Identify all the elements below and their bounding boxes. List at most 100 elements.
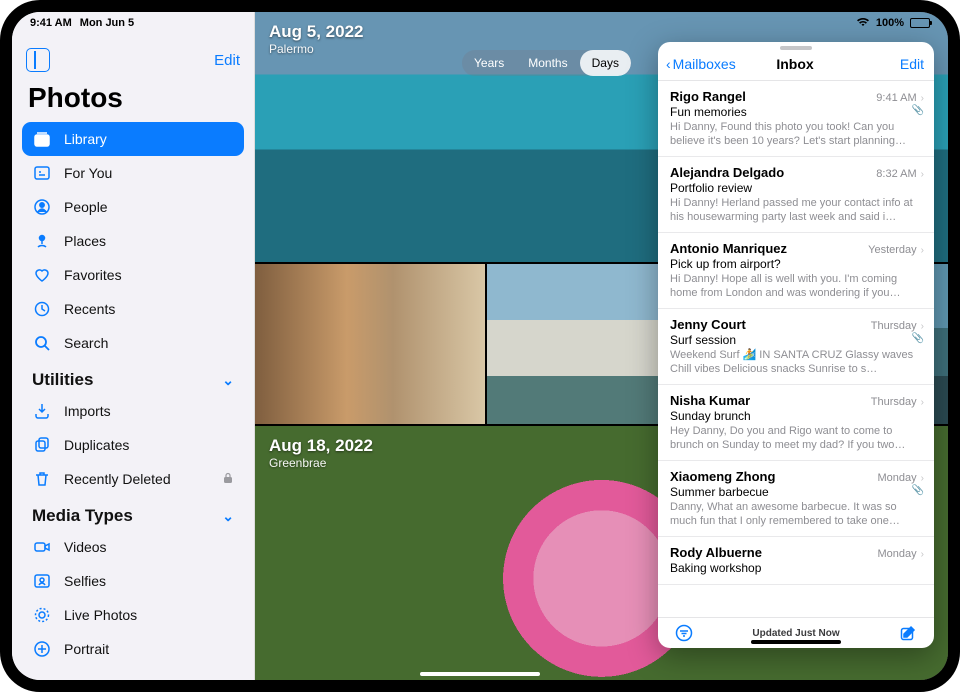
mail-time: Thursday › — [871, 396, 924, 408]
mail-time: Monday › — [878, 548, 924, 560]
segment-months[interactable]: Months — [516, 50, 579, 76]
sidebar-item-library[interactable]: Library — [22, 122, 244, 156]
mail-subject: Surf session 📎 — [670, 333, 924, 347]
mail-sender: Xiaomeng Zhong — [670, 469, 775, 484]
search-icon — [32, 333, 52, 353]
sidebar-item-label: Live Photos — [64, 607, 137, 623]
mail-back-button[interactable]: ‹ Mailboxes — [666, 56, 776, 72]
mail-message[interactable]: Rody AlbuerneMonday ›Baking workshop — [658, 537, 934, 585]
mail-preview: Hi Danny! Hope all is well with you. I'm… — [670, 272, 924, 300]
mail-subject: Baking workshop — [670, 561, 924, 575]
sidebar-item-label: Places — [64, 233, 106, 249]
attachment-icon: 📎 — [912, 485, 924, 496]
mail-preview: Weekend Surf 🏄 IN SANTA CRUZ Glassy wave… — [670, 348, 924, 376]
segment-days[interactable]: Days — [580, 50, 631, 76]
tile-location: Palermo — [269, 42, 364, 56]
mail-message[interactable]: Antonio Manriquez Yesterday ›Pick up from… — [658, 233, 934, 309]
chevron-down-icon: ⌄ — [222, 372, 234, 389]
chevron-right-icon: › — [921, 397, 924, 408]
home-indicator[interactable] — [420, 672, 540, 676]
sidebar-item-people[interactable]: People — [22, 190, 244, 224]
sidebar-item-favorites[interactable]: Favorites — [22, 258, 244, 292]
mail-sender: Alejandra Delgado — [670, 165, 784, 180]
live-photos-icon — [32, 605, 52, 625]
duplicates-icon — [32, 435, 52, 455]
mail-preview: Hi Danny, Found this photo you took! Can… — [670, 120, 924, 148]
chevron-right-icon: › — [921, 93, 924, 104]
chevron-right-icon: › — [921, 473, 924, 484]
lock-icon — [222, 471, 234, 487]
mail-message-list[interactable]: Rigo Rangel9:41 AM ›Fun memories 📎Hi Dan… — [658, 81, 934, 617]
sidebar-item-selfies[interactable]: Selfies — [22, 564, 244, 598]
mail-time: Yesterday › — [868, 244, 924, 256]
mail-message[interactable]: Xiaomeng ZhongMonday ›Summer barbecue 📎D… — [658, 461, 934, 537]
mail-compose-button[interactable] — [892, 624, 924, 642]
sidebar-item-foryou[interactable]: For You — [22, 156, 244, 190]
mail-filter-button[interactable] — [668, 624, 700, 642]
section-label: Media Types — [32, 506, 133, 526]
sidebar-item-label: Search — [64, 335, 108, 351]
sidebar-item-duplicates[interactable]: Duplicates — [22, 428, 244, 462]
section-media-types[interactable]: Media Types ⌄ — [22, 496, 244, 530]
panel-home-indicator[interactable] — [751, 640, 841, 644]
sidebar-toggle-button[interactable] — [26, 48, 50, 72]
sidebar-edit-button[interactable]: Edit — [214, 52, 240, 69]
chevron-right-icon: › — [921, 245, 924, 256]
recents-icon — [32, 299, 52, 319]
mail-subject: Pick up from airport? — [670, 257, 924, 271]
mail-preview: Hi Danny! Herland passed me your contact… — [670, 196, 924, 224]
mail-sender: Rigo Rangel — [670, 89, 746, 104]
sidebar-item-places[interactable]: Places — [22, 224, 244, 258]
mail-title: Inbox — [776, 56, 813, 72]
tile-date: Aug 18, 2022 — [269, 436, 373, 456]
mail-message[interactable]: Rigo Rangel9:41 AM ›Fun memories 📎Hi Dan… — [658, 81, 934, 157]
view-segmented-control: Years Months Days — [462, 50, 631, 76]
sidebar-item-label: Portrait — [64, 641, 109, 657]
battery-icon — [910, 18, 930, 28]
mail-message[interactable]: Alejandra Delgado8:32 AM ›Portfolio revi… — [658, 157, 934, 233]
mail-edit-button[interactable]: Edit — [814, 56, 924, 72]
section-utilities[interactable]: Utilities ⌄ — [22, 360, 244, 394]
sidebar-item-label: Duplicates — [64, 437, 129, 453]
chevron-right-icon: › — [921, 169, 924, 180]
sidebar-item-label: Library — [64, 131, 107, 147]
chevron-left-icon: ‹ — [666, 56, 671, 72]
sidebar-item-label: Recents — [64, 301, 115, 317]
mail-message[interactable]: Jenny CourtThursday ›Surf session 📎Weeke… — [658, 309, 934, 385]
segment-years[interactable]: Years — [462, 50, 516, 76]
status-time: 9:41 AM — [30, 17, 72, 29]
chevron-right-icon: › — [921, 549, 924, 560]
sidebar-item-label: Selfies — [64, 573, 106, 589]
selfies-icon — [32, 571, 52, 591]
app-title: Photos — [22, 78, 244, 122]
sidebar-item-label: Favorites — [64, 267, 122, 283]
mail-sender: Jenny Court — [670, 317, 746, 332]
favorites-icon — [32, 265, 52, 285]
portrait-icon — [32, 639, 52, 659]
places-icon — [32, 231, 52, 251]
mail-slideover: ‹ Mailboxes Inbox Edit Rigo Rangel9:41 A… — [658, 42, 934, 648]
sidebar-item-imports[interactable]: Imports — [22, 394, 244, 428]
photo-tile[interactable] — [255, 264, 485, 424]
mail-message[interactable]: Nisha KumarThursday ›Sunday brunchHey Da… — [658, 385, 934, 461]
mail-subject: Fun memories 📎 — [670, 105, 924, 119]
mail-subject: Sunday brunch — [670, 409, 924, 423]
mail-sender: Antonio Manriquez — [670, 241, 787, 256]
sidebar-item-live-photos[interactable]: Live Photos — [22, 598, 244, 632]
sidebar-item-portrait[interactable]: Portrait — [22, 632, 244, 666]
mail-status: Updated Just Now — [700, 628, 892, 639]
chevron-down-icon: ⌄ — [222, 508, 234, 525]
mail-preview: Hey Danny, Do you and Rigo want to come … — [670, 424, 924, 452]
section-label: Utilities — [32, 370, 93, 390]
imports-icon — [32, 401, 52, 421]
sidebar-item-videos[interactable]: Videos — [22, 530, 244, 564]
sidebar-item-search[interactable]: Search — [22, 326, 244, 360]
mail-subject: Summer barbecue 📎 — [670, 485, 924, 499]
sidebar-item-label: People — [64, 199, 108, 215]
tile-location: Greenbrae — [269, 456, 373, 470]
sidebar-item-recently-deleted[interactable]: Recently Deleted — [22, 462, 244, 496]
sidebar-item-label: Imports — [64, 403, 111, 419]
sidebar-item-recents[interactable]: Recents — [22, 292, 244, 326]
videos-icon — [32, 537, 52, 557]
mail-time: 8:32 AM › — [876, 168, 924, 180]
